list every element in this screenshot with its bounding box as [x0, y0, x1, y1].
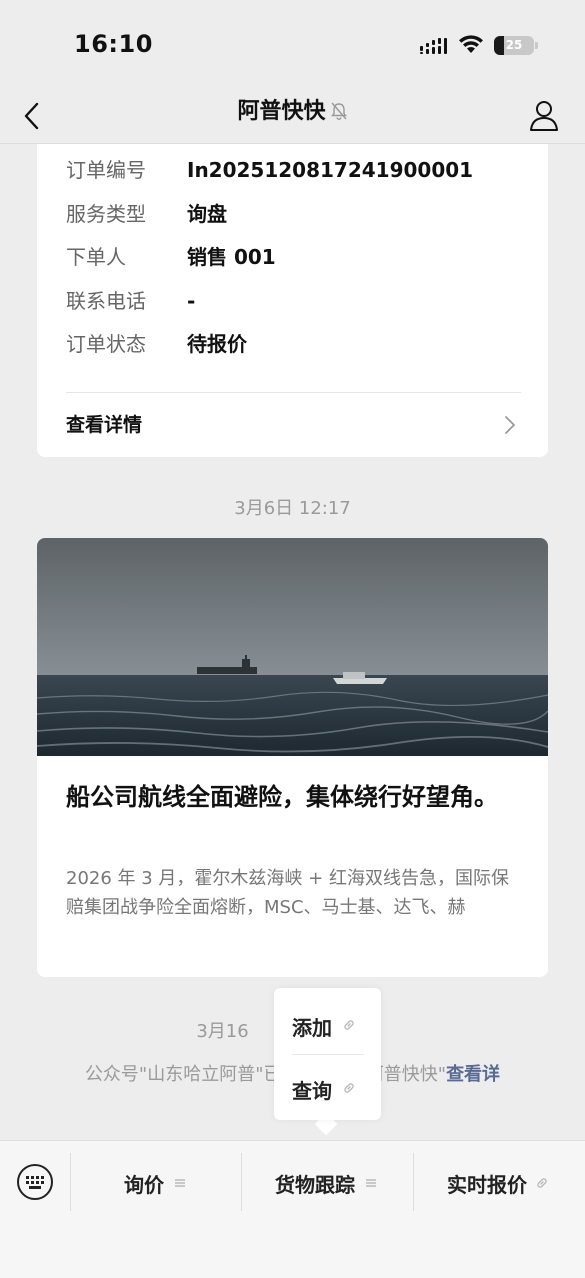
- battery-icon: 25: [494, 36, 534, 55]
- link-icon: [344, 1020, 354, 1030]
- article-title: 船公司航线全面避险，集体绕行好望角。: [66, 783, 498, 811]
- order-value: -: [187, 289, 196, 313]
- order-label: 订单编号: [66, 158, 146, 182]
- cellular-signal-icon: [420, 38, 447, 54]
- page-title: 阿普快快: [237, 99, 326, 124]
- popup-item-label: 查询: [292, 1079, 332, 1103]
- notice-timestamp: 3月16: [196, 1021, 249, 1042]
- popup-divider: [292, 1054, 364, 1055]
- menu-lines-icon: [366, 1179, 376, 1187]
- battery-cap: [535, 42, 538, 49]
- popup-menu: 添加 查询: [274, 988, 381, 1120]
- bottom-menu-bar: 询价 货物跟踪 实时报价: [0, 1140, 585, 1278]
- menu-item-realtime-quote[interactable]: 实时报价: [414, 1151, 585, 1213]
- notice-text: 公众号"山东哈立阿普"已: [84, 1064, 282, 1085]
- popup-item-label: 添加: [292, 1016, 332, 1040]
- wifi-icon: [459, 35, 483, 53]
- order-value: 销售 001: [187, 245, 276, 269]
- link-icon: [537, 1178, 547, 1188]
- menu-item-label: 货物跟踪: [275, 1173, 355, 1197]
- menu-lines-icon: [175, 1179, 185, 1187]
- menu-item-label: 实时报价: [447, 1173, 527, 1197]
- article-cover-image: [37, 538, 548, 756]
- battery-level: 25: [505, 38, 523, 52]
- article-card[interactable]: 船公司航线全面避险，集体绕行好望角。 2026 年 3 月，霍尔木兹海峡 + 红…: [37, 538, 548, 977]
- order-label: 服务类型: [66, 202, 146, 226]
- order-value: 待报价: [187, 332, 247, 356]
- nav-bar: 阿普快快: [0, 88, 585, 144]
- view-details-label: 查看详情: [66, 414, 143, 436]
- message-timestamp: 3月6日 12:17: [234, 498, 351, 519]
- notice-link[interactable]: 查看详: [446, 1064, 500, 1085]
- status-time: 16:10: [74, 30, 153, 58]
- order-card: 订单编号 In2025120817241900001 服务类型 询盘 下单人 销…: [37, 144, 548, 457]
- article-summary: 2026 年 3 月，霍尔木兹海峡 + 红海双线告急，国际保赔集团战争险全面熔断…: [66, 868, 509, 918]
- menu-item-cargo-tracking[interactable]: 货物跟踪: [242, 1151, 412, 1213]
- popup-item-add[interactable]: 添加: [274, 996, 381, 1054]
- order-label: 下单人: [66, 245, 126, 269]
- order-label: 联系电话: [66, 289, 146, 313]
- view-details-link[interactable]: 查看详情: [37, 396, 548, 454]
- popup-item-query[interactable]: 查询: [274, 1059, 381, 1117]
- order-value: 询盘: [187, 202, 227, 226]
- profile-icon[interactable]: [524, 94, 564, 138]
- divider: [66, 392, 521, 393]
- order-label: 订单状态: [66, 332, 146, 356]
- keyboard-icon[interactable]: [14, 1161, 56, 1203]
- status-bar: 16:10 25: [0, 0, 585, 88]
- nav-title-container: 阿普快快: [0, 88, 585, 144]
- chevron-right-icon: [505, 416, 515, 434]
- link-icon: [344, 1083, 354, 1093]
- menu-item-label: 询价: [124, 1173, 164, 1197]
- menu-item-inquiry[interactable]: 询价: [71, 1151, 241, 1213]
- mute-bell-icon: [330, 102, 347, 120]
- order-value: In2025120817241900001: [187, 158, 474, 182]
